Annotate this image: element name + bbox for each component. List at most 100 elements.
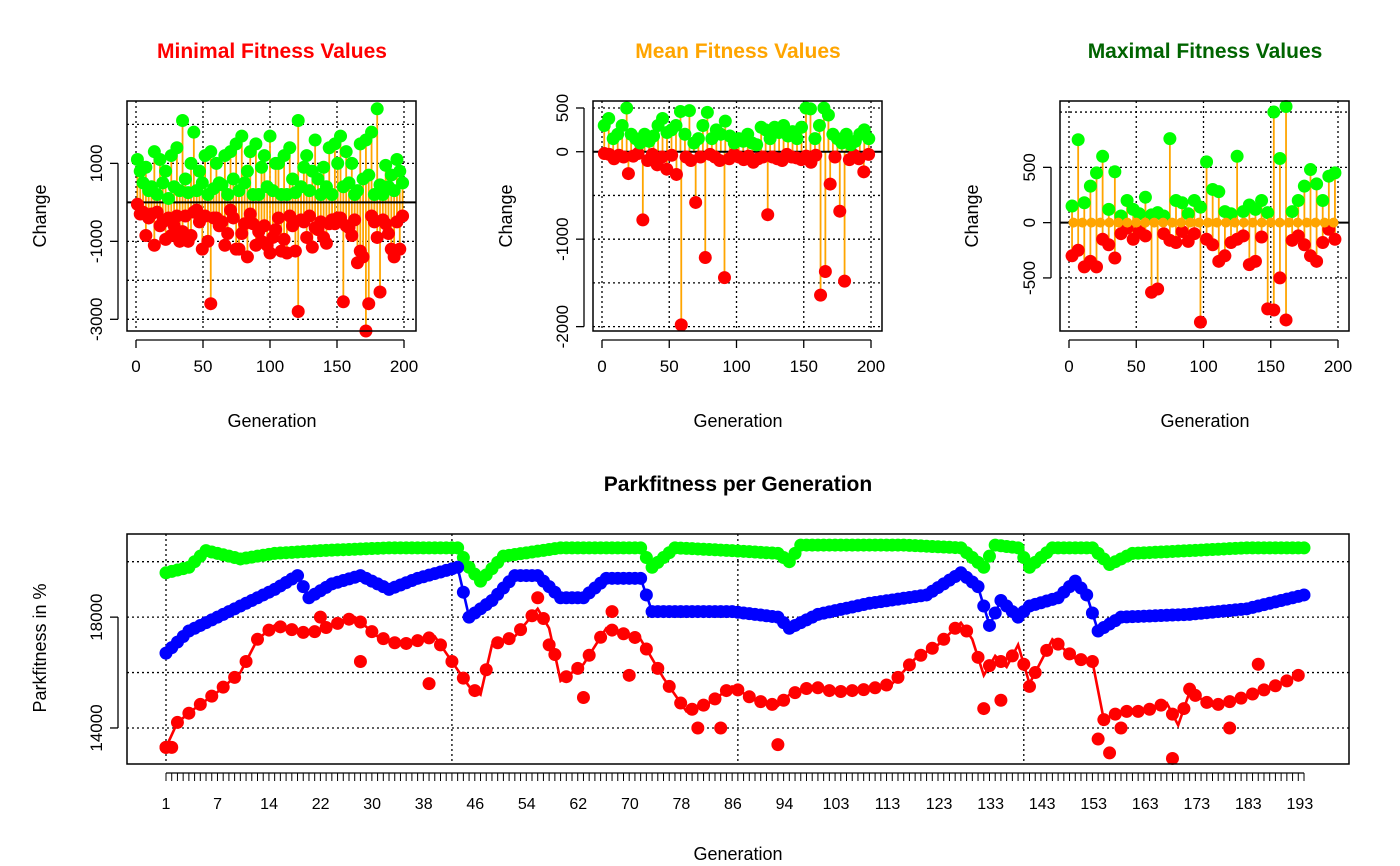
park-ylabel: Parkfitness in % xyxy=(30,583,50,712)
data-point xyxy=(698,251,712,265)
data-point xyxy=(1291,194,1305,208)
red-point xyxy=(868,681,882,695)
park-xlabel: Generation xyxy=(693,844,782,864)
x-tick-label: 123 xyxy=(926,796,953,813)
data-point xyxy=(750,138,764,152)
red-point xyxy=(771,738,785,752)
data-point xyxy=(1169,236,1183,250)
data-point xyxy=(636,213,650,227)
data-point xyxy=(1206,238,1220,252)
data-point xyxy=(1303,163,1317,177)
red-point xyxy=(388,636,402,650)
data-point xyxy=(390,152,404,166)
data-point xyxy=(1102,202,1116,216)
data-point xyxy=(1211,217,1222,228)
data-point xyxy=(1200,155,1214,169)
red-point xyxy=(1246,687,1260,701)
red-point xyxy=(719,684,733,698)
x-tick-label: 50 xyxy=(660,357,679,376)
data-point xyxy=(1273,271,1287,285)
data-point xyxy=(195,176,209,190)
data-point xyxy=(1193,315,1207,329)
data-point xyxy=(1071,243,1085,257)
red-point xyxy=(576,690,590,704)
figure: Minimal Fitness Values 0 50 100 150 200-3000… xyxy=(30,40,1352,864)
red-point xyxy=(313,610,327,624)
x-tick-label: 100 xyxy=(1189,357,1217,376)
max-xlabel: Generation xyxy=(1160,411,1249,431)
data-point xyxy=(809,148,823,162)
data-point xyxy=(1194,217,1205,228)
data-point xyxy=(1274,217,1285,228)
data-point xyxy=(370,230,384,244)
data-point xyxy=(345,228,359,242)
data-point xyxy=(1077,196,1091,210)
min-ylabel: Change xyxy=(30,184,50,247)
data-point xyxy=(1279,313,1293,327)
data-point xyxy=(300,149,314,163)
data-point xyxy=(818,265,832,279)
red-point xyxy=(925,641,939,655)
red-point xyxy=(559,670,573,684)
data-point xyxy=(1096,149,1110,163)
green-point xyxy=(982,549,996,563)
data-point xyxy=(790,132,804,146)
data-point xyxy=(308,133,322,147)
data-point xyxy=(1095,217,1106,228)
x-tick-label: 14 xyxy=(260,796,278,813)
red-point xyxy=(216,680,230,694)
data-point xyxy=(862,147,876,161)
data-point xyxy=(1236,229,1250,243)
red-point xyxy=(1223,695,1237,709)
red-point xyxy=(542,638,556,652)
red-point xyxy=(982,659,996,673)
x-tick-label: 200 xyxy=(1324,357,1352,376)
red-point xyxy=(1291,668,1305,682)
data-point xyxy=(689,195,703,209)
minimal-fitness-panel: Minimal Fitness Values 0 50 100 150 200 -3000… xyxy=(30,40,418,431)
data-point xyxy=(302,209,316,223)
blue-point xyxy=(456,585,470,599)
max-ylabel: Change xyxy=(962,184,982,247)
x-tick-label: 173 xyxy=(1183,796,1210,813)
red-point xyxy=(582,648,596,662)
data-point xyxy=(226,211,240,225)
data-point xyxy=(1265,217,1276,228)
red-point xyxy=(353,615,367,629)
data-point xyxy=(187,125,201,139)
data-point xyxy=(317,160,331,174)
blue-point xyxy=(977,599,991,613)
data-point xyxy=(334,129,348,143)
data-point xyxy=(1071,133,1085,147)
data-point xyxy=(823,177,837,191)
data-point xyxy=(1151,282,1165,296)
x-tick-label: 38 xyxy=(415,796,433,813)
x-tick-label: 7 xyxy=(213,796,222,813)
red-point xyxy=(571,661,585,675)
blue-point xyxy=(291,569,305,583)
data-point xyxy=(192,164,206,178)
data-point xyxy=(291,113,305,127)
y-tick-label: -1000 xyxy=(87,220,106,263)
data-point xyxy=(350,184,364,198)
x-tick-label: 54 xyxy=(518,796,536,813)
mean-xlabel: Generation xyxy=(693,411,782,431)
red-point xyxy=(891,670,905,684)
x-tick-label: 62 xyxy=(569,796,587,813)
data-point xyxy=(1261,206,1275,220)
x-tick-label: 50 xyxy=(1127,357,1146,376)
red-point xyxy=(811,681,825,695)
max-title: Maximal Fitness Values xyxy=(1088,40,1323,63)
red-point xyxy=(777,693,791,707)
x-tick-label: 50 xyxy=(194,357,213,376)
data-point xyxy=(153,152,167,166)
data-point xyxy=(1202,217,1213,228)
red-point xyxy=(514,623,528,637)
x-tick-label: 30 xyxy=(363,796,381,813)
blue-point xyxy=(1080,588,1094,602)
data-point xyxy=(240,250,254,264)
data-point xyxy=(277,232,291,246)
data-point xyxy=(249,137,263,151)
data-point xyxy=(1113,217,1124,228)
red-point xyxy=(788,686,802,700)
